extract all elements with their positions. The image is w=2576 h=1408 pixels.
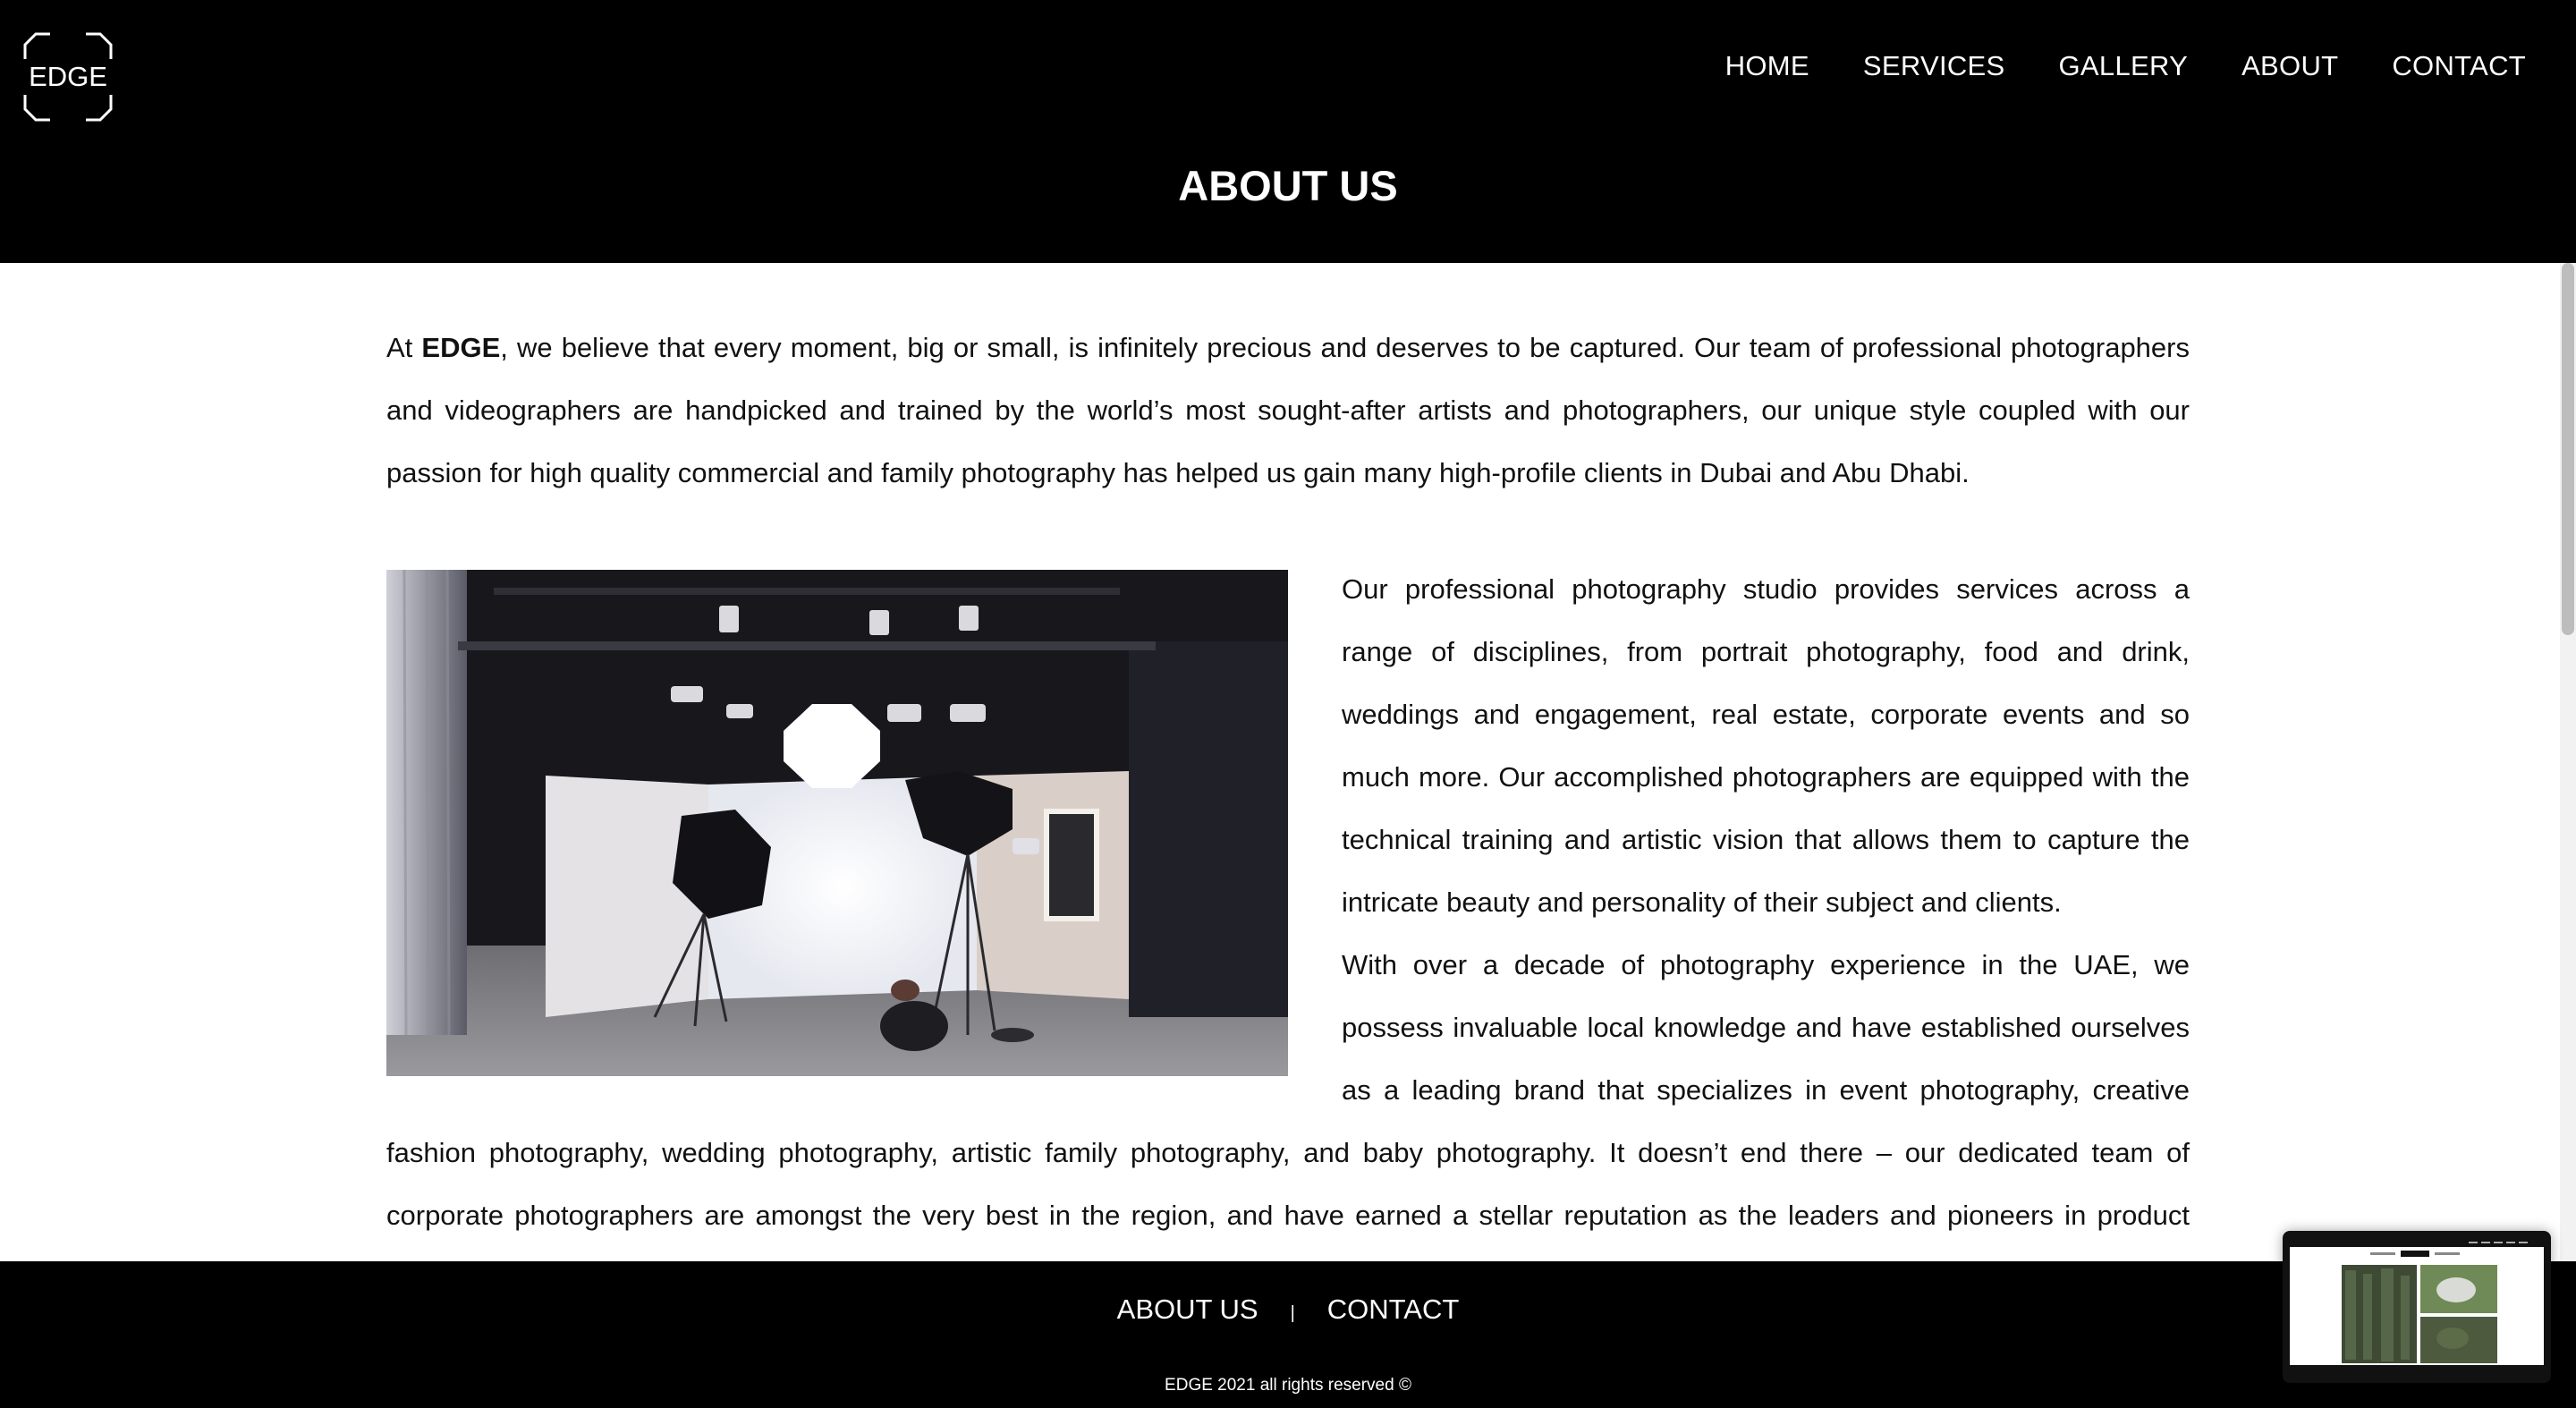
scrollbar-thumb[interactable] — [2562, 263, 2574, 635]
main-nav: HOME SERVICES GALLERY ABOUT CONTACT — [1725, 50, 2526, 82]
nav-item-gallery[interactable]: GALLERY — [2059, 50, 2189, 82]
site-header: EDGE HOME SERVICES GALLERY ABOUT CONTACT… — [0, 0, 2576, 263]
intro-rest: , we believe that every moment, big or s… — [386, 332, 2190, 488]
nav-item-contact[interactable]: CONTACT — [2392, 50, 2526, 82]
intro-paragraph: At EDGE, we believe that every moment, b… — [386, 317, 2190, 505]
copyright-text: EDGE 2021 all rights reserved © — [1165, 1376, 1411, 1395]
footer-link-contact[interactable]: CONTACT — [1327, 1293, 1460, 1326]
body-block: Our professional photography studio prov… — [386, 558, 2190, 1261]
footer-link-about-us[interactable]: ABOUT US — [1117, 1293, 1258, 1326]
studio-photo-illustration — [386, 570, 1288, 1076]
intro-prefix: At — [386, 332, 422, 363]
preview-screen — [2290, 1238, 2544, 1372]
studio-photo — [386, 570, 1288, 1076]
intro-brand: EDGE — [421, 332, 501, 363]
preview-image — [2290, 1238, 2544, 1372]
nav-item-home[interactable]: HOME — [1725, 50, 1809, 82]
page-title: ABOUT US — [1178, 162, 1398, 209]
nav-item-services[interactable]: SERVICES — [1863, 50, 2005, 82]
edge-logo[interactable]: EDGE — [23, 32, 113, 122]
page-preview-thumbnail[interactable] — [2283, 1231, 2551, 1383]
logo-text: EDGE — [29, 61, 107, 92]
about-content: At EDGE, we believe that every moment, b… — [386, 263, 2190, 1261]
site-footer: ABOUT US | CONTACT EDGE 2021 all rights … — [0, 1261, 2576, 1408]
nav-item-about[interactable]: ABOUT — [2241, 50, 2338, 82]
footer-separator: | — [1290, 1302, 1295, 1323]
footer-links: ABOUT US | CONTACT — [0, 1293, 2576, 1326]
